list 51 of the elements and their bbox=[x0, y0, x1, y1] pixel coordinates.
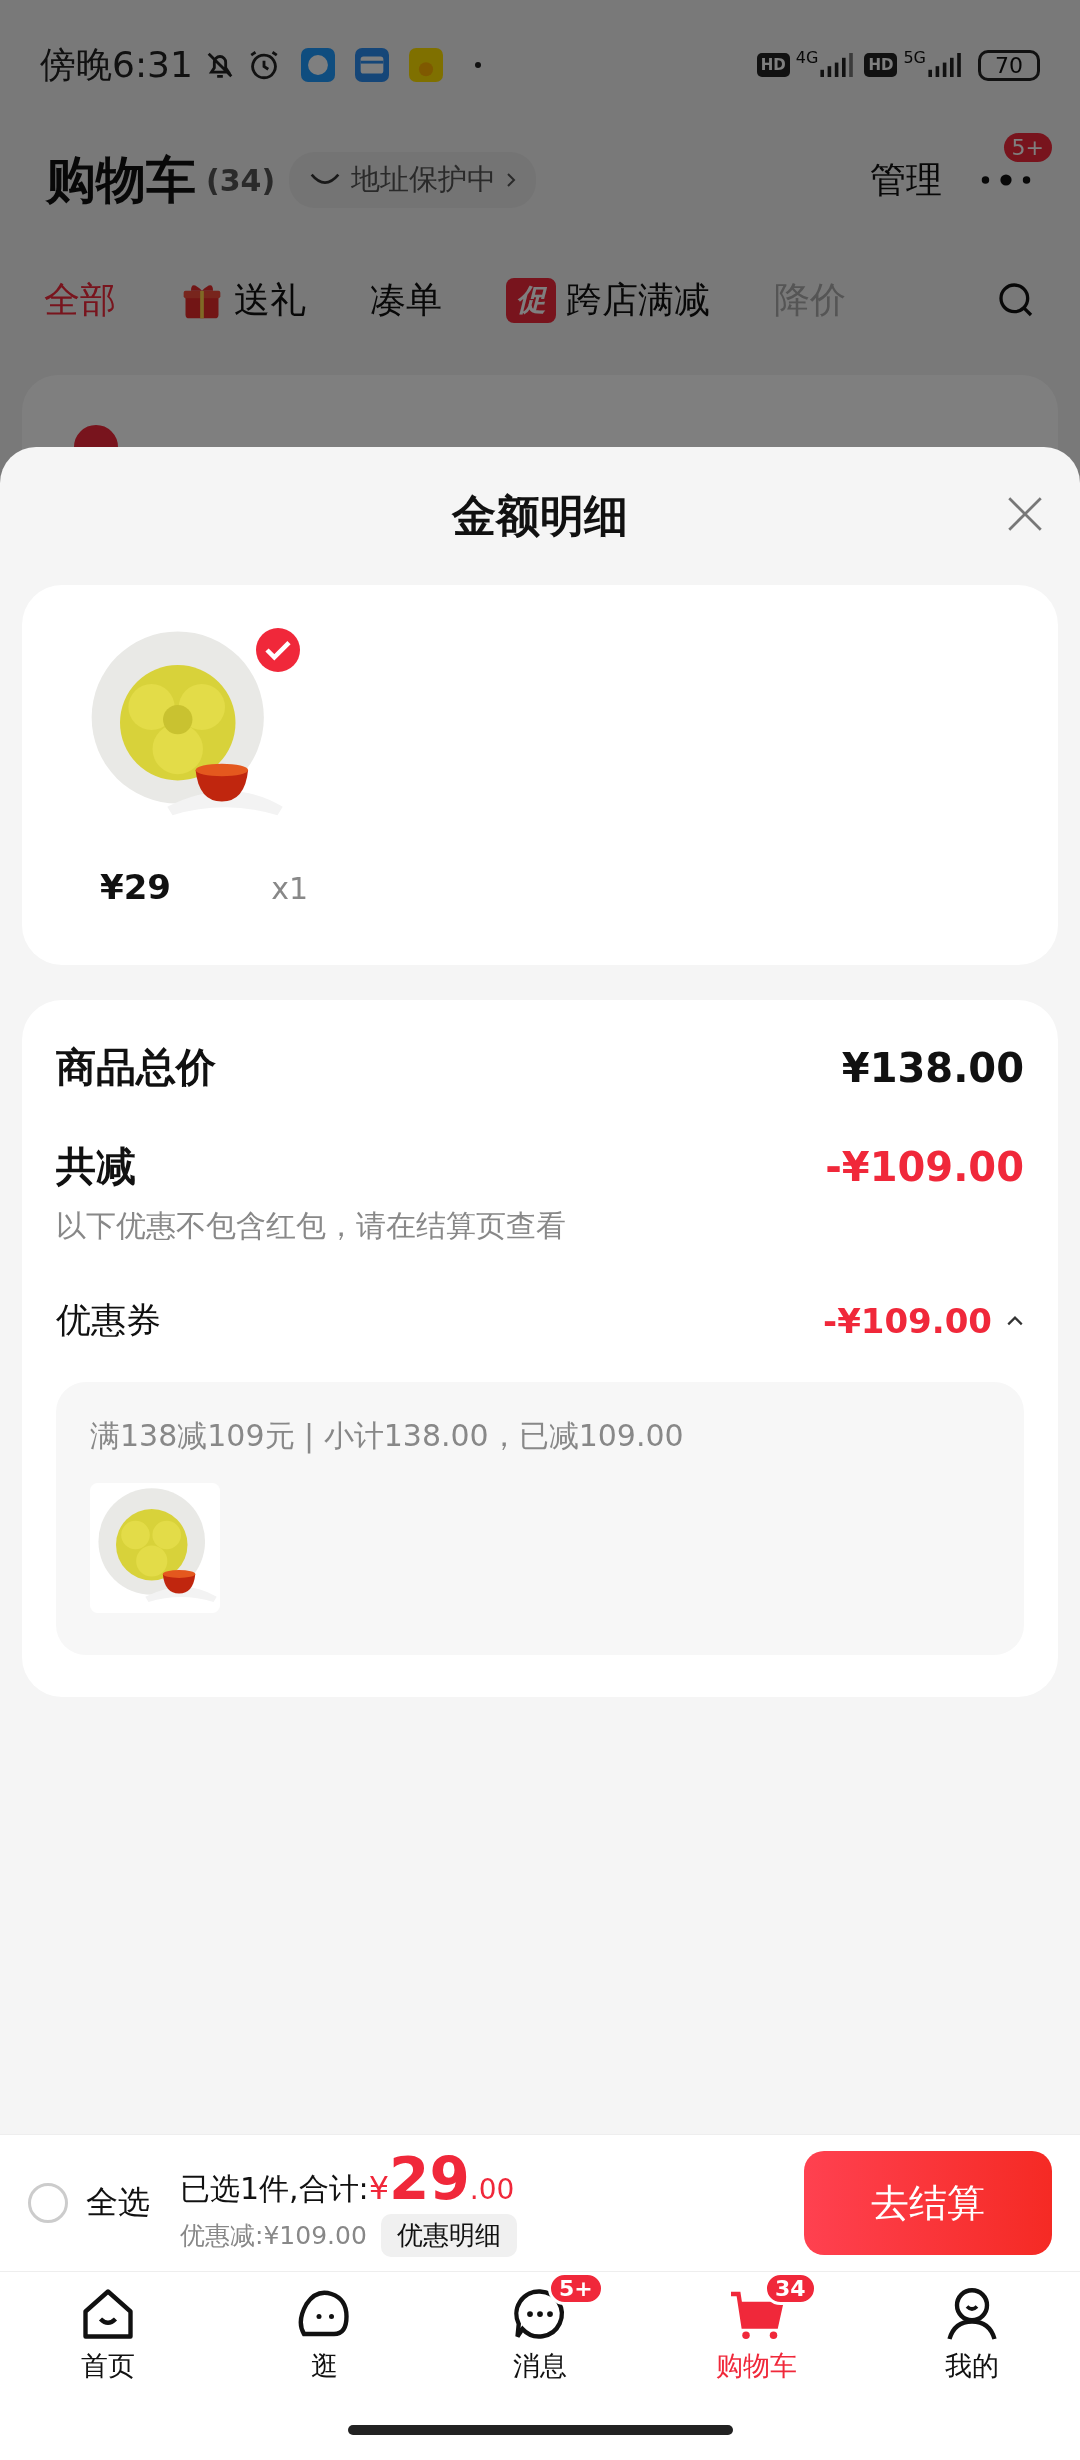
filter-tab[interactable]: 送礼 bbox=[180, 275, 306, 325]
coupon-label: 优惠券 bbox=[56, 1299, 161, 1342]
selected-summary: 已选1件,合计: bbox=[180, 2169, 369, 2208]
filter-tab[interactable]: 凑单 bbox=[370, 275, 442, 325]
select-all-label: 全选 bbox=[86, 2182, 150, 2223]
discount-summary: 优惠减:¥109.00 bbox=[180, 2219, 367, 2252]
hd-badge: HD bbox=[756, 53, 790, 77]
chevron-right-icon bbox=[506, 172, 517, 188]
notification-badge: 5+ bbox=[548, 2272, 604, 2305]
total-price: ¥138.00 bbox=[841, 1044, 1024, 1091]
signal-icon bbox=[818, 52, 855, 78]
filter-tab[interactable]: 促 跨店满减 bbox=[506, 275, 710, 325]
coupon-amount: -¥109.00 bbox=[823, 1300, 992, 1341]
address-protection-chip[interactable]: 地址保护中 bbox=[289, 152, 537, 208]
chat-app-icon bbox=[300, 48, 335, 82]
total-label: 商品总价 bbox=[56, 1043, 216, 1092]
nav-tab[interactable]: 首页 bbox=[0, 2272, 216, 2400]
battery-indicator: 70 bbox=[978, 49, 1040, 81]
filter-tab[interactable]: 全部 bbox=[44, 275, 116, 325]
nav-tab[interactable]: 5+ 消息 bbox=[432, 2272, 648, 2400]
notification-dot bbox=[474, 62, 481, 68]
signal-icon bbox=[926, 52, 962, 78]
nav-tab[interactable]: 我的 bbox=[864, 2272, 1080, 2400]
page-title: 购物车 bbox=[46, 149, 196, 211]
network-type: 5G bbox=[903, 48, 926, 67]
wallet-app-icon bbox=[354, 48, 389, 82]
promo-badge: 促 bbox=[506, 277, 556, 323]
discount-detail-button[interactable]: 优惠明细 bbox=[380, 2213, 517, 2257]
app-icon bbox=[408, 48, 443, 82]
nav-tab[interactable]: 逛 bbox=[216, 2272, 432, 2400]
checked-icon[interactable] bbox=[256, 628, 300, 672]
network-type: 4G bbox=[795, 48, 819, 67]
item-price: ¥29 bbox=[100, 867, 171, 907]
notification-badge: 5+ bbox=[1003, 133, 1052, 162]
sheet-title: 金额明细 bbox=[452, 488, 628, 543]
item-count: (34) bbox=[206, 162, 276, 198]
manage-button[interactable]: 管理 bbox=[870, 155, 942, 205]
notification-badge: 34 bbox=[764, 2272, 817, 2305]
select-all-checkbox[interactable] bbox=[28, 2183, 68, 2223]
discount-amount: -¥109.00 bbox=[825, 1143, 1024, 1190]
caret-icon[interactable] bbox=[1006, 1314, 1024, 1327]
address-protection-label: 地址保护中 bbox=[351, 161, 497, 198]
item-quantity: x1 bbox=[271, 871, 308, 906]
total-amount: ¥29.00 bbox=[368, 2149, 515, 2208]
nav-tab[interactable]: 34 购物车 bbox=[648, 2272, 864, 2400]
status-time: 傍晚6:31 bbox=[40, 42, 193, 87]
discount-label: 共减 bbox=[56, 1142, 136, 1191]
discount-note: 以下优惠不包含红包，请在结算页查看 bbox=[56, 1207, 567, 1245]
hd-badge: HD bbox=[864, 53, 898, 77]
coupon-rule: 满138减109元 | 小计138.00，已减109.00 bbox=[90, 1417, 685, 1456]
checkout-button[interactable]: 去结算 bbox=[804, 2151, 1052, 2255]
